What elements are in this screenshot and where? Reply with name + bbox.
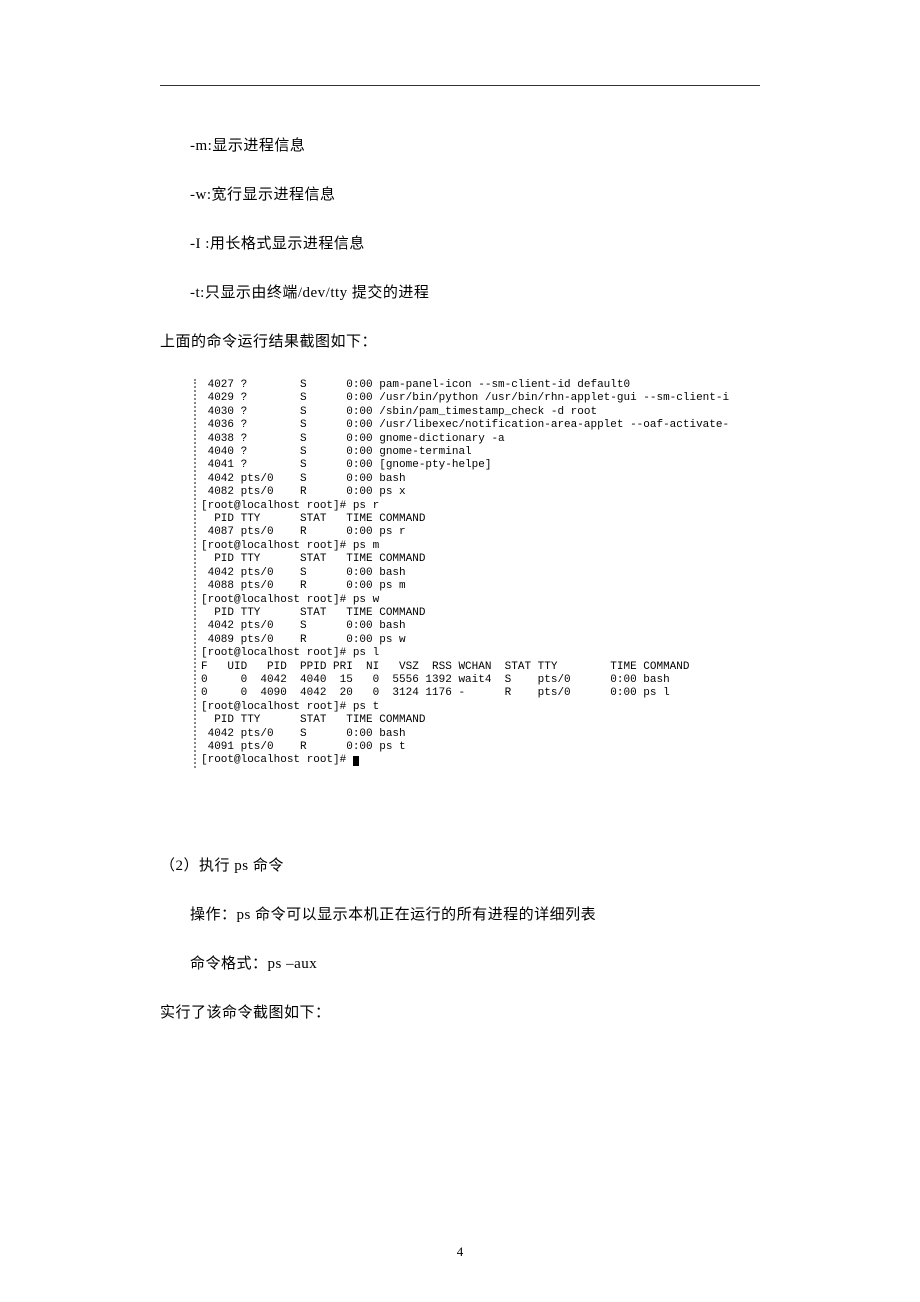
bullet-t: -t:只显示由终端/dev/tty 提交的进程: [190, 281, 760, 302]
terminal-output: 4027 ? S 0:00 pam-panel-icon --sm-client…: [194, 379, 760, 768]
bullet-l: -I :用长格式显示进程信息: [190, 232, 760, 253]
caption-above-terminal: 上面的命令运行结果截图如下：: [160, 330, 760, 351]
bullet-m: -m:显示进程信息: [190, 134, 760, 155]
cursor-icon: [353, 756, 359, 766]
page-content: -m:显示进程信息 -w:宽行显示进程信息 -I :用长格式显示进程信息 -t:…: [0, 0, 920, 1022]
section-2-caption: 实行了该命令截图如下：: [160, 1001, 760, 1022]
section-2-title: （2）执行 ps 命令: [160, 854, 760, 875]
bullet-w: -w:宽行显示进程信息: [190, 183, 760, 204]
section-2-operation: 操作：ps 命令可以显示本机正在运行的所有进程的详细列表: [190, 903, 760, 924]
section-2-format: 命令格式：ps –aux: [190, 952, 760, 973]
page-number: 4: [0, 1244, 920, 1260]
horizontal-rule: [160, 85, 760, 86]
